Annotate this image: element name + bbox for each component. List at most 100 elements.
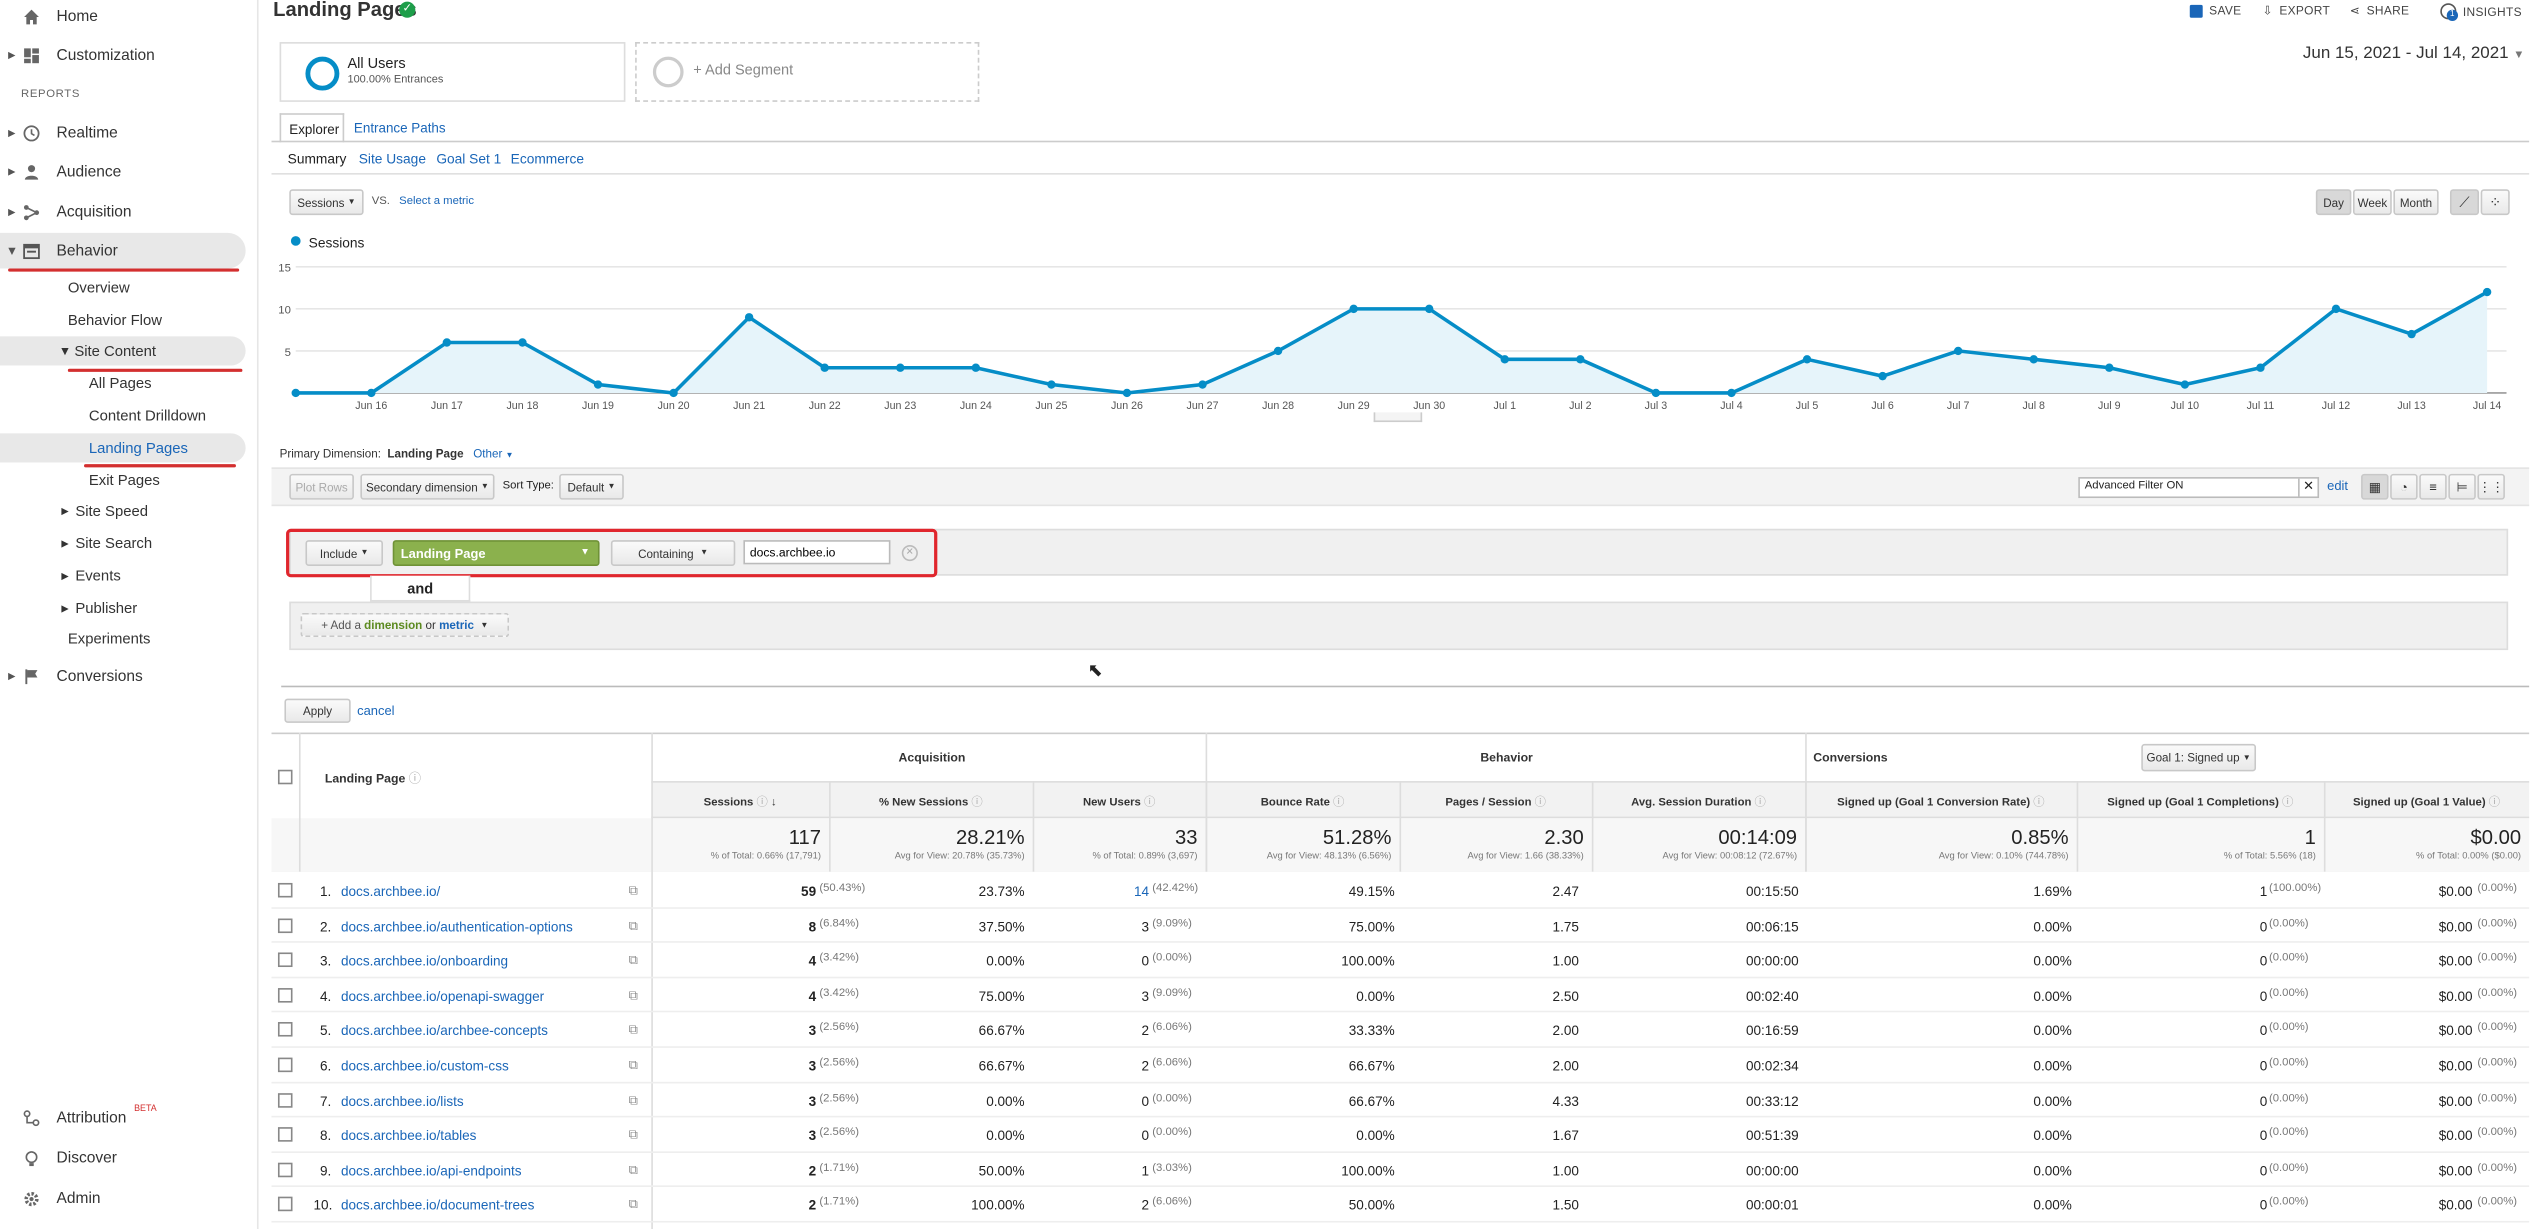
external-link-icon[interactable]: ⧉ — [629, 1093, 638, 1109]
landing-page-link[interactable]: docs.archbee.io/onboarding — [341, 953, 508, 969]
tab-entrance-paths[interactable]: Entrance Paths — [354, 120, 446, 136]
sidebar-item-site-speed[interactable]: ▶ Site Speed — [61, 496, 148, 525]
advanced-filter-input[interactable]: Advanced Filter ON ✕ — [2078, 477, 2320, 499]
sidebar-item-site-search[interactable]: ▶ Site Search — [61, 529, 152, 558]
filter-dimension-select[interactable]: Landing Page ▼ — [392, 540, 600, 566]
pages-per-session-column-header[interactable]: Pages / Session ⓘ — [1400, 794, 1592, 810]
row-checkbox[interactable] — [277, 917, 293, 933]
subtab-summary[interactable]: Summary — [288, 150, 347, 166]
subtab-ecommerce[interactable]: Ecommerce — [511, 150, 584, 166]
row-checkbox[interactable] — [277, 1162, 293, 1177]
add-dimension-or-metric-button[interactable]: + Add a dimension or metric ▼ — [300, 612, 510, 638]
week-button[interactable]: Week — [2352, 189, 2392, 216]
external-link-icon[interactable]: ⧉ — [629, 1023, 638, 1039]
chart-resize-handle[interactable] — [1373, 412, 1423, 423]
sidebar-item-behavior-flow[interactable]: Behavior Flow — [68, 306, 162, 335]
avg-session-duration-column-header[interactable]: Avg. Session Duration ⓘ — [1592, 794, 1805, 810]
row-checkbox[interactable] — [277, 1057, 293, 1073]
landing-page-link[interactable]: docs.archbee.io/lists — [341, 1093, 464, 1109]
landing-page-link[interactable]: docs.archbee.io/authentication-options — [341, 918, 573, 934]
sidebar-item-realtime[interactable]: ▶ Realtime — [0, 115, 246, 151]
sidebar-item-home[interactable]: Home — [0, 0, 246, 34]
subtab-goal-set-1[interactable]: Goal Set 1 — [436, 150, 501, 166]
landing-page-link[interactable]: docs.archbee.io/archbee-concepts — [341, 1023, 548, 1039]
sidebar-item-behavior[interactable]: ▶ Behavior — [0, 232, 246, 269]
landing-page-link[interactable]: docs.archbee.io/tables — [341, 1127, 476, 1143]
apply-button[interactable]: Apply — [284, 698, 351, 723]
add-segment-button[interactable]: + Add Segment — [635, 42, 980, 102]
goal-select[interactable]: Goal 1: Signed up ▼ — [2141, 743, 2257, 772]
landing-page-link[interactable]: docs.archbee.io/openapi-swagger — [341, 988, 544, 1004]
external-link-icon[interactable]: ⧉ — [629, 988, 638, 1004]
edit-filter-link[interactable]: edit — [2327, 479, 2348, 494]
pct-new-sessions-column-header[interactable]: % New Sessions ⓘ — [829, 794, 1033, 810]
row-checkbox[interactable] — [277, 1127, 293, 1142]
motion-chart-button[interactable]: ⁘ — [2480, 189, 2510, 216]
save-button[interactable]: SAVE — [2189, 3, 2242, 18]
sidebar-item-landing-pages[interactable]: Landing Pages — [0, 433, 246, 463]
sidebar-item-exit-pages[interactable]: Exit Pages — [89, 466, 160, 495]
select-metric-link[interactable]: Select a metric — [399, 196, 474, 207]
external-link-icon[interactable]: ⧉ — [629, 1197, 638, 1213]
export-button[interactable]: ⇩ EXPORT — [2262, 3, 2330, 18]
sessions-column-header[interactable]: Sessions ⓘ ↓ — [651, 794, 829, 810]
row-checkbox[interactable] — [277, 952, 293, 968]
cancel-link[interactable]: cancel — [357, 703, 394, 718]
sidebar-item-acquisition[interactable]: ▶ Acquisition — [0, 194, 246, 230]
landing-page-link[interactable]: docs.archbee.io/custom-css — [341, 1058, 509, 1074]
subtab-site-usage[interactable]: Site Usage — [359, 150, 426, 166]
new-users-column-header[interactable]: New Users ⓘ — [1033, 794, 1206, 810]
sidebar-item-overview[interactable]: Overview — [68, 273, 130, 302]
match-type-select[interactable]: Containing ▼ — [610, 540, 736, 566]
sidebar-item-events[interactable]: ▶ Events — [61, 561, 120, 590]
row-checkbox[interactable] — [277, 987, 293, 1003]
sidebar-item-attribution[interactable]: Attribution BETA — [0, 1100, 246, 1136]
sort-type-select[interactable]: Default ▼ — [559, 473, 624, 500]
clear-filter-icon[interactable]: ✕ — [2298, 478, 2317, 497]
sidebar-item-audience[interactable]: ▶ Audience — [0, 154, 246, 190]
external-link-icon[interactable]: ⧉ — [629, 918, 638, 934]
include-select[interactable]: Include ▼ — [305, 540, 384, 566]
sidebar-item-customization[interactable]: ▶ Customization — [0, 37, 246, 73]
share-button[interactable]: ⋖ SHARE — [2350, 3, 2410, 18]
sidebar-item-admin[interactable]: Admin — [0, 1180, 246, 1216]
goal-1-value-column-header[interactable]: Signed up (Goal 1 Value) ⓘ — [2324, 794, 2529, 810]
month-button[interactable]: Month — [2393, 189, 2439, 216]
row-checkbox[interactable] — [277, 1022, 293, 1038]
filter-value-input[interactable] — [743, 540, 891, 565]
pie-view-button[interactable]: ◔ — [2390, 473, 2418, 500]
external-link-icon[interactable]: ⧉ — [629, 1058, 638, 1074]
metric-select[interactable]: Sessions ▼ — [289, 189, 364, 216]
sidebar-item-conversions[interactable]: ▶ Conversions — [0, 658, 246, 694]
row-checkbox[interactable] — [277, 1092, 293, 1108]
landing-page-link[interactable]: docs.archbee.io/ — [341, 883, 440, 899]
date-range-picker[interactable]: Jun 15, 2021 - Jul 14, 2021 ▼ — [2303, 44, 2525, 63]
select-all-checkbox[interactable] — [277, 769, 293, 785]
sort-desc-icon[interactable]: ↓ — [768, 797, 777, 808]
bounce-rate-column-header[interactable]: Bounce Rate ⓘ — [1206, 794, 1400, 810]
sidebar-item-experiments[interactable]: Experiments — [68, 624, 151, 653]
primary-dimension-other[interactable]: Other ▼ — [473, 446, 513, 461]
goal-1-conversion-rate-column-header[interactable]: Signed up (Goal 1 Conversion Rate) ⓘ — [1805, 794, 2076, 810]
secondary-dimension-select[interactable]: Secondary dimension ▼ — [360, 473, 495, 500]
table-view-button[interactable]: ▦ — [2361, 473, 2389, 500]
goal-1-completions-column-header[interactable]: Signed up (Goal 1 Completions) ⓘ — [2077, 794, 2324, 810]
row-checkbox[interactable] — [277, 1197, 293, 1212]
landing-page-link[interactable]: docs.archbee.io/document-trees — [341, 1197, 534, 1213]
performance-view-button[interactable]: ≡ — [2419, 473, 2447, 500]
landing-page-column-header[interactable]: Landing Page ⓘ — [325, 770, 421, 788]
tab-explorer[interactable]: Explorer — [279, 113, 345, 143]
sidebar-item-content-drilldown[interactable]: Content Drilldown — [89, 401, 206, 430]
pivot-view-button[interactable]: ⋮⋮ — [2477, 473, 2505, 500]
sidebar-item-discover[interactable]: Discover — [0, 1140, 246, 1176]
landing-page-link[interactable]: docs.archbee.io/api-endpoints — [341, 1162, 522, 1178]
sidebar-item-site-content[interactable]: ▶ Site Content — [0, 336, 246, 366]
row-checkbox[interactable] — [277, 882, 293, 898]
comparison-view-button[interactable]: ⊨ — [2448, 473, 2476, 500]
external-link-icon[interactable]: ⧉ — [629, 953, 638, 969]
segment-all-users[interactable]: All Users 100.00% Entrances — [279, 42, 626, 102]
sidebar-item-all-pages[interactable]: All Pages — [89, 369, 152, 398]
sidebar-item-publisher[interactable]: ▶ Publisher — [61, 593, 137, 622]
day-button[interactable]: Day — [2315, 189, 2352, 216]
external-link-icon[interactable]: ⧉ — [629, 883, 638, 899]
